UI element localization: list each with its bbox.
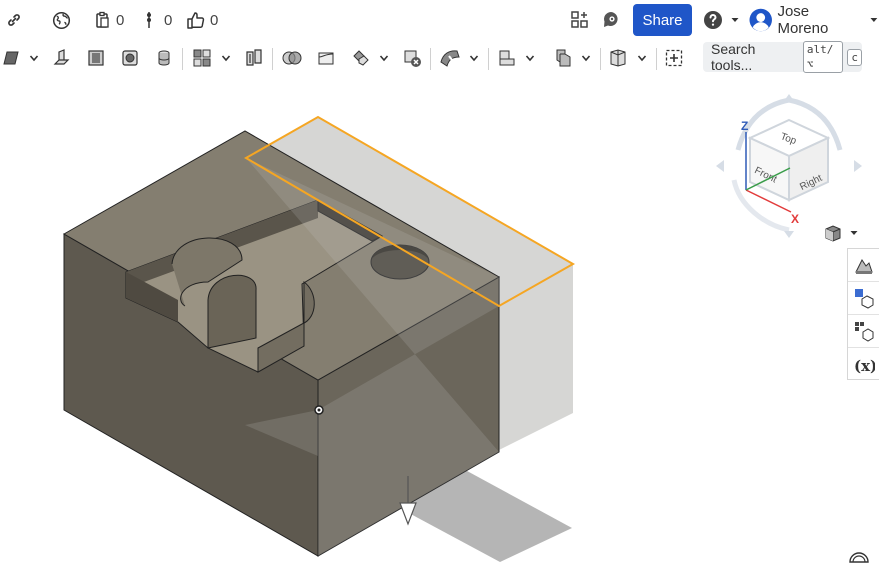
transform-tool[interactable] [348, 44, 372, 72]
loft-tool[interactable] [152, 44, 176, 72]
axis-z-label: Z [741, 119, 748, 133]
configurations-icon [855, 322, 874, 342]
sheet-metal-dropdown[interactable] [522, 44, 538, 72]
sketch-tool[interactable] [2, 44, 22, 72]
delete-part-tool[interactable] [400, 44, 424, 72]
frame-dropdown[interactable] [578, 44, 594, 72]
sheet-metal-icon [499, 50, 515, 66]
avatar-icon [749, 8, 772, 32]
toolbar-divider [600, 48, 601, 70]
fillet-tool[interactable] [190, 44, 214, 72]
branches-item[interactable]: 0 [94, 0, 124, 40]
app-store-icon[interactable] [570, 0, 590, 40]
shaded-cube-icon [825, 225, 841, 242]
likes-item[interactable]: 0 [186, 0, 218, 40]
pocket-boss [207, 274, 257, 349]
sweep-tool[interactable] [118, 44, 142, 72]
measure-icon[interactable] [848, 546, 870, 564]
boolean-icon [282, 51, 302, 65]
share-button[interactable]: Share [633, 4, 692, 36]
split-icon [318, 52, 334, 65]
shortcut-key: c [847, 48, 862, 66]
chevron-down-icon [581, 55, 591, 62]
user-menu[interactable]: Jose Moreno [749, 0, 879, 40]
versions-item[interactable]: 0 [144, 0, 172, 40]
revolve-tool[interactable] [84, 44, 108, 72]
sweep-icon [122, 50, 138, 66]
chevron-down-icon [731, 18, 739, 22]
shell-tool[interactable] [242, 44, 266, 72]
delete-part-icon [404, 50, 421, 67]
surface-icon [610, 49, 626, 67]
learning-center-icon[interactable] [601, 0, 621, 40]
globe-icon[interactable] [52, 0, 71, 40]
search-tools-label: Search tools... [711, 41, 756, 73]
user-name: Jose Moreno [777, 3, 829, 37]
toolbar-divider [182, 48, 183, 70]
right-panel: (x) [847, 248, 879, 380]
extrude-tool[interactable] [50, 44, 74, 72]
frame-tool[interactable] [551, 44, 575, 72]
chevron-down-icon [850, 231, 858, 235]
view-cube[interactable]: Top Front Right Z X [714, 90, 864, 240]
versions-count: 0 [164, 11, 173, 29]
appearance-panel-button[interactable] [848, 249, 879, 282]
configurations-button[interactable] [848, 315, 879, 348]
help-menu[interactable] [703, 0, 740, 40]
display-mode-button[interactable] [823, 222, 863, 244]
svg-text:(x): (x) [854, 357, 875, 375]
axis-x-label: X [791, 212, 799, 226]
top-bar: 0 0 0 Share Jose Moreno [0, 0, 879, 40]
split-tool[interactable] [314, 44, 338, 72]
chevron-down-icon [637, 55, 647, 62]
toolbar-divider [272, 48, 273, 70]
thumbs-up-icon [187, 12, 205, 29]
plane-tool[interactable] [438, 44, 462, 72]
variables-button[interactable]: (x) [848, 348, 879, 381]
transform-dropdown[interactable] [376, 44, 392, 72]
grid-icon [193, 49, 211, 67]
chevron-down-icon [525, 55, 535, 62]
toolbar-divider [488, 48, 489, 70]
variables-icon: (x) [854, 357, 875, 375]
transform-icon [353, 50, 369, 66]
help-icon [704, 11, 722, 29]
boolean-tool[interactable] [280, 44, 304, 72]
sketch-icon [3, 51, 19, 65]
chevron-down-icon [469, 55, 479, 62]
toolbar-divider [430, 48, 431, 70]
clipboard-icon [96, 11, 109, 28]
plane-dropdown[interactable] [466, 44, 482, 72]
fillet-dropdown[interactable] [218, 44, 234, 72]
add-custom-feature-tool[interactable] [662, 44, 686, 72]
appearance-icon [855, 259, 873, 274]
plane-icon [440, 50, 460, 67]
cylinder-icon [158, 50, 170, 66]
chevron-down-icon [379, 55, 389, 62]
sheet-metal-tool[interactable] [495, 44, 519, 72]
extrude-icon [53, 49, 70, 65]
graphics-area[interactable]: Top Front Right Z X [0, 76, 879, 564]
likes-count: 0 [210, 11, 219, 29]
mass-properties-button[interactable] [848, 282, 879, 315]
frame-icon [556, 49, 571, 67]
search-tools-input[interactable]: Search tools... alt/⌥ c [703, 41, 862, 73]
mass-properties-icon [855, 289, 874, 309]
version-graph-icon [147, 12, 151, 28]
link-icon[interactable] [6, 0, 22, 40]
surface-dropdown[interactable] [634, 44, 650, 72]
chevron-down-icon [29, 55, 39, 62]
revolve-icon [88, 50, 104, 66]
chevron-down-icon [221, 55, 231, 62]
chevron-down-icon [870, 18, 878, 22]
add-custom-feature-icon [665, 49, 683, 67]
toolbar-divider [656, 48, 657, 70]
surface-tool[interactable] [606, 44, 630, 72]
sketch-dropdown[interactable] [26, 44, 42, 72]
branches-count: 0 [116, 11, 125, 29]
shortcut-key: alt/⌥ [802, 41, 844, 73]
shell-icon [246, 49, 262, 66]
